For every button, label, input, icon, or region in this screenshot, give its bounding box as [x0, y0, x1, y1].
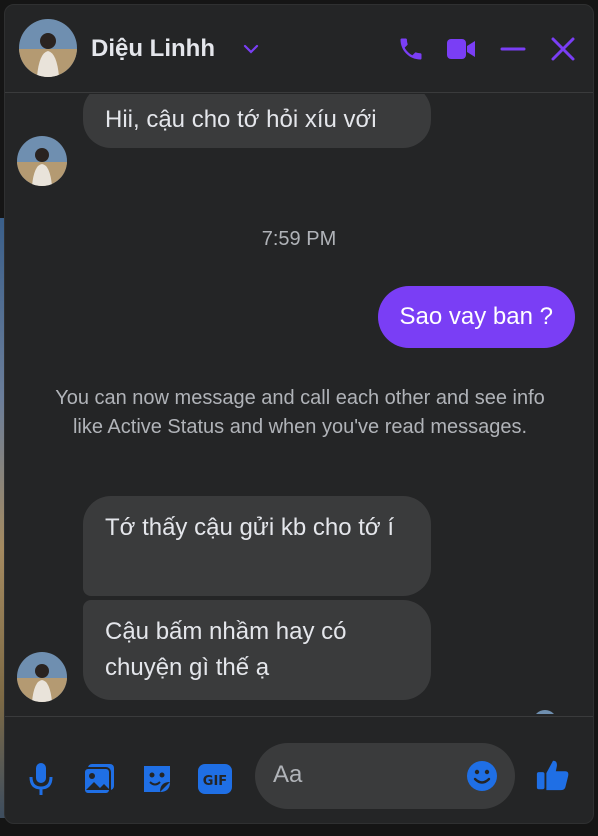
close-icon[interactable]	[547, 33, 579, 65]
message-input-container	[255, 743, 515, 809]
microphone-icon[interactable]	[23, 761, 59, 797]
message-list[interactable]: Hii, cậu cho tớ hỏi xíu với 7:59 PM Sao …	[5, 94, 593, 714]
emoji-icon[interactable]	[465, 759, 499, 793]
message-bubble-incoming[interactable]: Hii, cậu cho tớ hỏi xíu với	[83, 94, 431, 148]
message-composer: GIF	[5, 716, 593, 823]
svg-text:GIF: GIF	[203, 774, 227, 789]
chat-header: Diệu Linhh	[5, 5, 593, 93]
phone-icon[interactable]	[395, 33, 427, 65]
sticker-icon[interactable]	[139, 761, 175, 797]
contact-name[interactable]: Diệu Linhh	[91, 35, 215, 63]
message-bubble-incoming[interactable]: Tớ thấy cậu gửi kb cho tớ í	[83, 496, 431, 596]
thumbs-up-icon[interactable]	[535, 757, 571, 793]
message-timestamp: 7:59 PM	[261, 228, 337, 250]
contact-avatar[interactable]	[19, 19, 77, 77]
message-input[interactable]	[273, 757, 453, 793]
chevron-down-icon[interactable]	[241, 39, 261, 59]
contact-avatar-small[interactable]	[17, 652, 67, 702]
contact-avatar-small[interactable]	[17, 136, 67, 186]
minimize-icon[interactable]	[497, 33, 529, 65]
message-bubble-outgoing[interactable]: Sao vay ban ?	[377, 286, 575, 348]
gif-icon[interactable]: GIF	[197, 761, 233, 797]
seen-avatar	[533, 710, 557, 714]
message-bubble-incoming[interactable]: Cậu bấm nhầm hay có chuyện gì thế ạ	[83, 600, 431, 700]
video-camera-icon[interactable]	[445, 33, 477, 65]
connection-notice: You can now message and call each other …	[55, 387, 545, 438]
chat-window: Diệu Linhh Hii, cậu cho tớ hỏi xíu với 7…	[4, 4, 594, 824]
image-icon[interactable]	[81, 761, 117, 797]
